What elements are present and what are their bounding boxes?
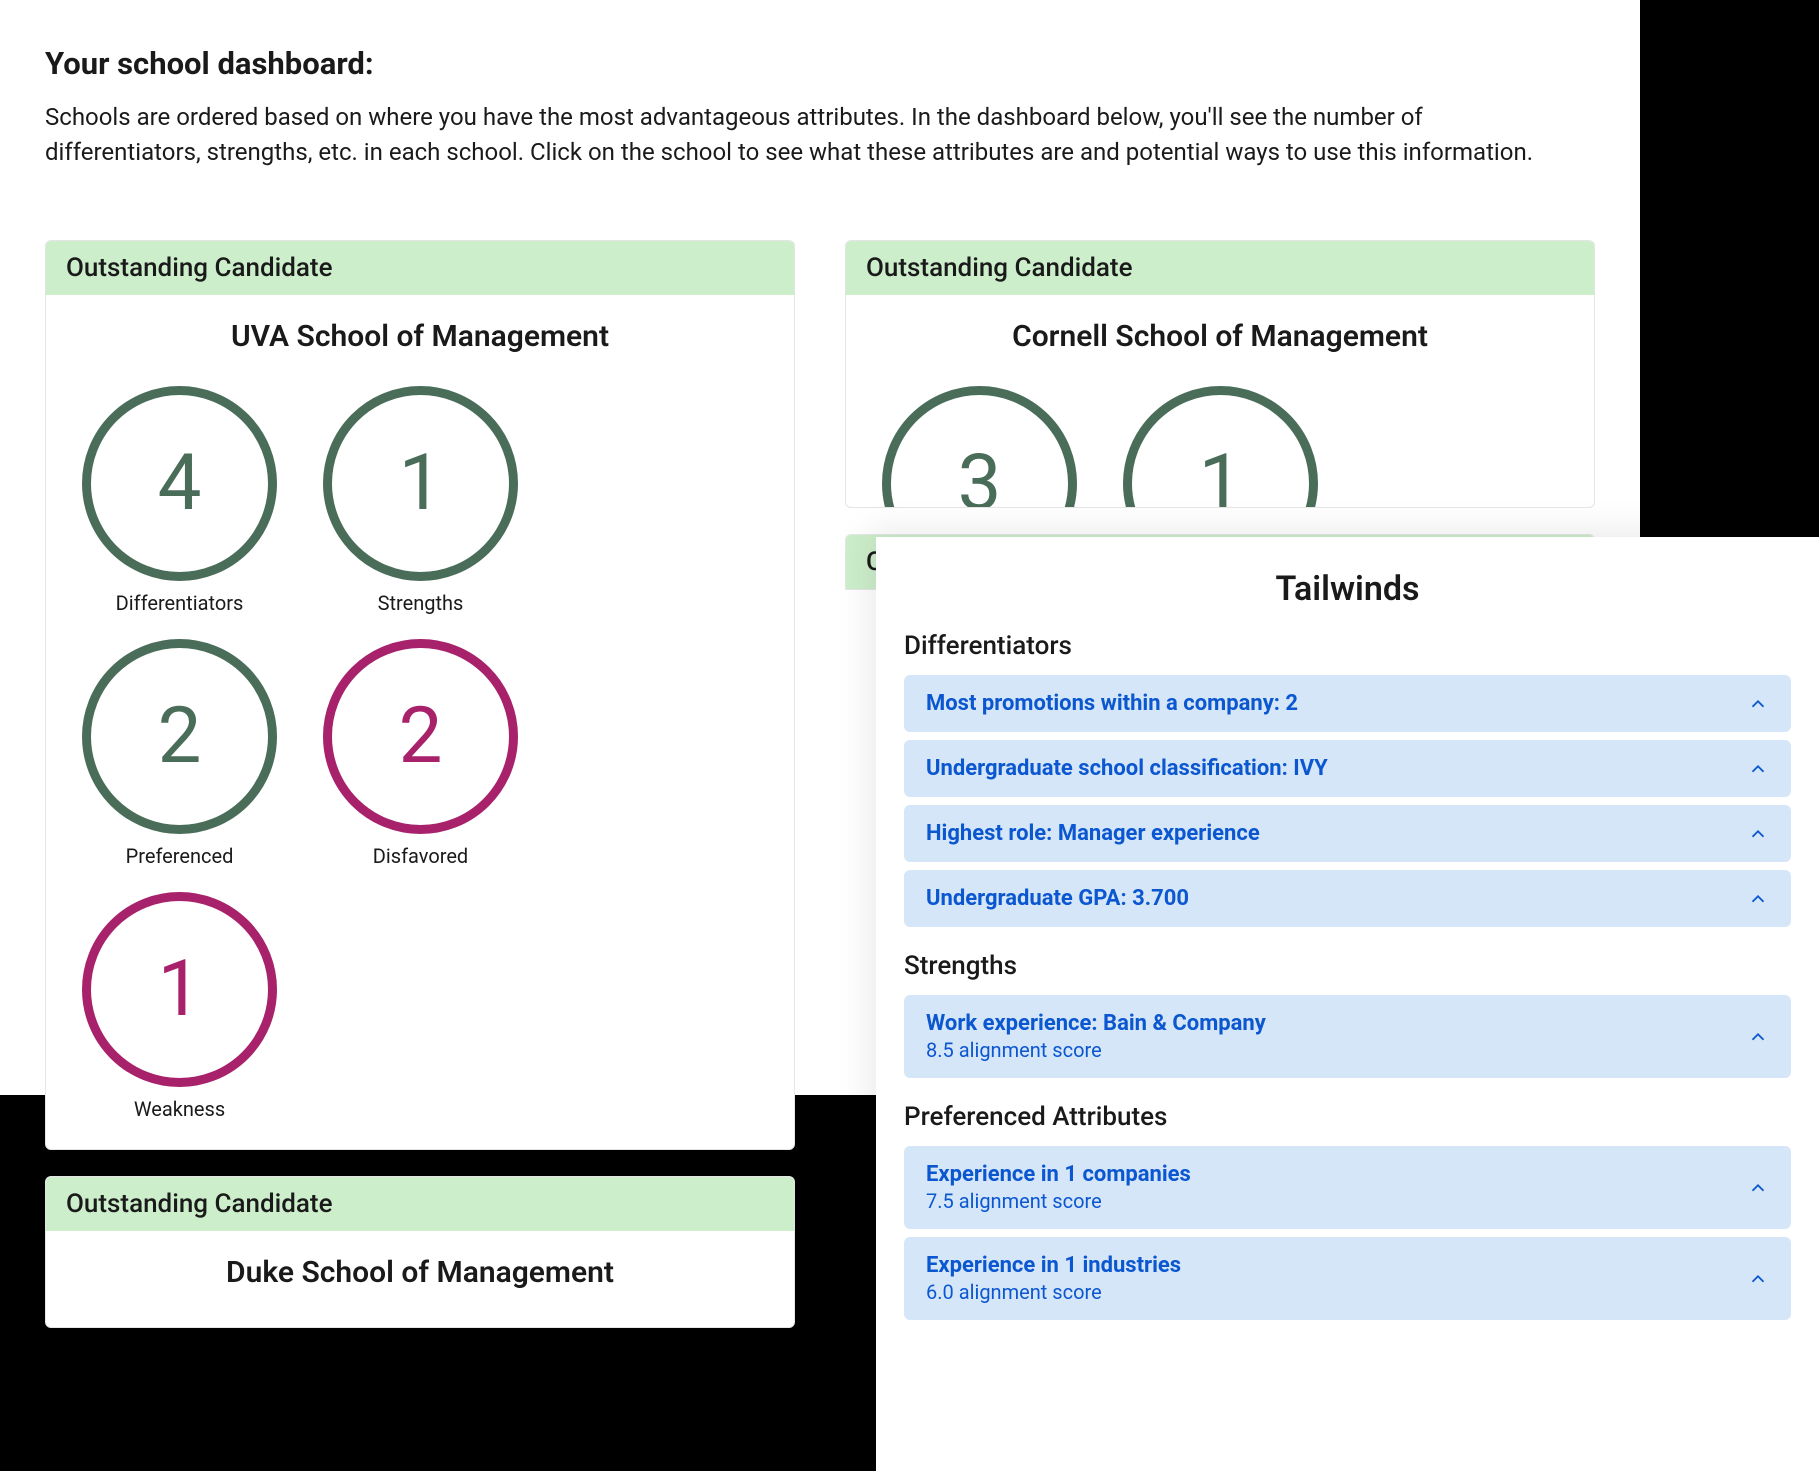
school-name: UVA School of Management [46, 295, 794, 372]
stat-label: Preferenced [126, 844, 234, 868]
accordion-title: Experience in 1 companies [926, 1162, 1191, 1187]
stat-circle: 4 [82, 386, 277, 581]
left-column: Outstanding Candidate UVA School of Mana… [45, 240, 795, 1328]
school-card-uva[interactable]: Outstanding Candidate UVA School of Mana… [45, 240, 795, 1150]
school-name: Duke School of Management [46, 1231, 794, 1308]
candidate-badge: Outstanding Candidate [46, 241, 794, 295]
stat-circle: 3 [882, 386, 1077, 507]
accordion-title: Work experience: Bain & Company [926, 1011, 1266, 1036]
accordion-subtitle: 6.0 alignment score [926, 1280, 1181, 1304]
page-subtitle: Schools are ordered based on where you h… [45, 100, 1575, 170]
chevron-up-icon [1747, 1268, 1769, 1290]
stat-label: Weakness [134, 1097, 225, 1121]
accordion-title: Experience in 1 industries [926, 1253, 1181, 1278]
accordion-item-promotions[interactable]: Most promotions within a company: 2 [904, 675, 1791, 732]
stat-differentiators: 4 Differentiators [72, 386, 287, 615]
chevron-up-icon [1747, 758, 1769, 780]
section-heading-strengths: Strengths [904, 951, 1791, 981]
stat-circle: 2 [82, 639, 277, 834]
accordion-title: Most promotions within a company: 2 [926, 691, 1298, 716]
accordion-item-companies[interactable]: Experience in 1 companies 7.5 alignment … [904, 1146, 1791, 1229]
stat-circle: 2 [323, 639, 518, 834]
page-title: Your school dashboard: [45, 45, 1595, 82]
stats-container: 3 1 3 [846, 372, 1594, 507]
chevron-up-icon [1747, 823, 1769, 845]
stat-circle: 1 [1123, 386, 1318, 507]
accordion-item-highest-role[interactable]: Highest role: Manager experience [904, 805, 1791, 862]
stat-strengths: 1 Strengths [313, 386, 528, 615]
school-name: Cornell School of Management [846, 295, 1594, 372]
stat-circle: 1 [82, 892, 277, 1087]
stat-weakness: 1 Weakness [72, 892, 287, 1121]
tailwinds-panel: Tailwinds Differentiators Most promotion… [876, 537, 1819, 1471]
stat-disfavored: 2 Disfavored [313, 639, 528, 868]
chevron-up-icon [1747, 693, 1769, 715]
section-heading-preferenced: Preferenced Attributes [904, 1102, 1791, 1132]
stat-preferenced: 2 Preferenced [72, 639, 287, 868]
stat-circle: 1 [323, 386, 518, 581]
section-heading-differentiators: Differentiators [904, 631, 1791, 661]
tailwinds-title: Tailwinds [904, 569, 1791, 609]
school-card-cornell[interactable]: Outstanding Candidate Cornell School of … [845, 240, 1595, 508]
accordion-title: Highest role: Manager experience [926, 821, 1260, 846]
chevron-up-icon [1747, 1177, 1769, 1199]
chevron-up-icon [1747, 888, 1769, 910]
school-card-duke[interactable]: Outstanding Candidate Duke School of Man… [45, 1176, 795, 1328]
accordion-item-work-experience[interactable]: Work experience: Bain & Company 8.5 alig… [904, 995, 1791, 1078]
accordion-title: Undergraduate school classification: IVY [926, 756, 1328, 781]
candidate-badge: Outstanding Candidate [46, 1177, 794, 1231]
stat-circle-1: 3 [872, 386, 1087, 507]
stat-circle-2: 1 [1113, 386, 1328, 507]
stat-label: Differentiators [116, 591, 244, 615]
stat-label: Strengths [378, 591, 464, 615]
accordion-item-industries[interactable]: Experience in 1 industries 6.0 alignment… [904, 1237, 1791, 1320]
accordion-title: Undergraduate GPA: 3.700 [926, 886, 1189, 911]
stats-container: 4 Differentiators 1 Strengths 2 Preferen… [46, 372, 794, 1149]
candidate-badge: Outstanding Candidate [846, 241, 1594, 295]
accordion-subtitle: 8.5 alignment score [926, 1038, 1266, 1062]
accordion-item-gpa[interactable]: Undergraduate GPA: 3.700 [904, 870, 1791, 927]
accordion-subtitle: 7.5 alignment score [926, 1189, 1191, 1213]
stat-label: Disfavored [373, 844, 468, 868]
chevron-up-icon [1747, 1026, 1769, 1048]
accordion-item-classification[interactable]: Undergraduate school classification: IVY [904, 740, 1791, 797]
